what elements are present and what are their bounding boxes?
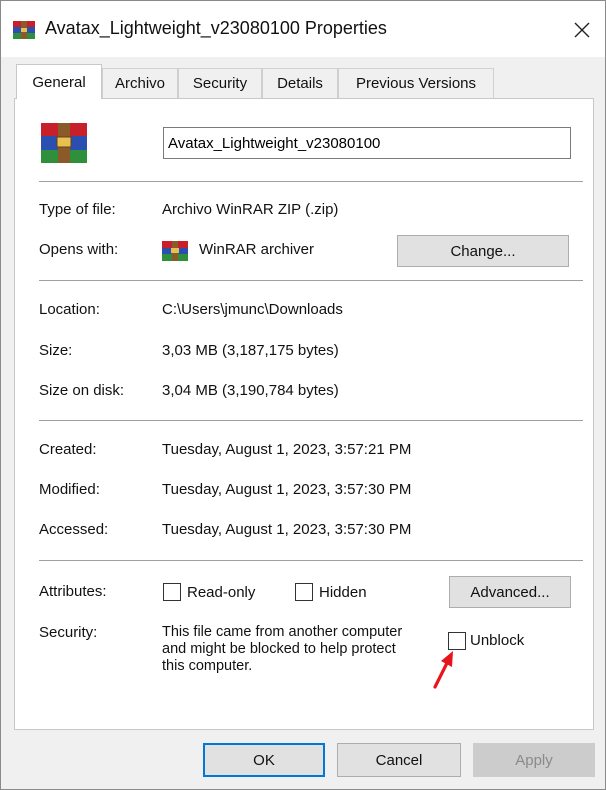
apply-button[interactable]: Apply <box>473 743 595 777</box>
ok-button[interactable]: OK <box>203 743 325 777</box>
tab-security[interactable]: Security <box>178 68 262 98</box>
size-label: Size: <box>39 342 73 359</box>
advanced-button[interactable]: Advanced... <box>449 576 571 608</box>
tab-label: Previous Versions <box>355 75 477 92</box>
apply-button-label: Apply <box>515 751 553 769</box>
change-button-label: Change... <box>450 242 516 260</box>
window-title: Avatax_Lightweight_v23080100 Properties <box>45 18 387 38</box>
unblock-label[interactable]: Unblock <box>470 632 524 649</box>
separator <box>39 420 583 421</box>
winrar-archive-icon <box>162 241 188 261</box>
tab-label: Archivo <box>114 75 166 92</box>
winrar-archive-icon <box>13 21 35 39</box>
tab-label: General <box>32 73 86 91</box>
security-message-line: this computer. <box>162 658 253 674</box>
created-value: Tuesday, August 1, 2023, 3:57:21 PM <box>162 441 412 458</box>
close-button[interactable] <box>565 13 599 47</box>
ok-button-label: OK <box>253 751 275 769</box>
opens-with-label: Opens with: <box>39 241 119 258</box>
size-value: 3,03 MB (3,187,175 bytes) <box>162 342 339 359</box>
cancel-button-label: Cancel <box>375 751 423 769</box>
separator <box>39 560 583 561</box>
general-panel: Type of file: Archivo WinRAR ZIP (.zip) … <box>14 98 594 730</box>
size-on-disk-label: Size on disk: <box>39 382 125 399</box>
unblock-checkbox[interactable] <box>448 632 466 650</box>
accessed-label: Accessed: <box>39 521 109 538</box>
modified-label: Modified: <box>39 481 100 498</box>
type-of-file-value: Archivo WinRAR ZIP (.zip) <box>162 201 339 218</box>
hidden-label[interactable]: Hidden <box>319 584 367 601</box>
change-button[interactable]: Change... <box>397 235 569 267</box>
modified-value: Tuesday, August 1, 2023, 3:57:30 PM <box>162 481 412 498</box>
size-on-disk-value: 3,04 MB (3,190,784 bytes) <box>162 382 339 399</box>
hidden-checkbox[interactable] <box>295 583 313 601</box>
close-icon <box>574 22 590 38</box>
read-only-checkbox[interactable] <box>163 583 181 601</box>
separator <box>39 280 583 281</box>
tab-previous-versions[interactable]: Previous Versions <box>338 68 494 98</box>
read-only-label[interactable]: Read-only <box>187 584 255 601</box>
location-label: Location: <box>39 301 100 318</box>
advanced-button-label: Advanced... <box>470 583 550 601</box>
security-message-line: and might be blocked to help protect <box>162 641 396 657</box>
cancel-button[interactable]: Cancel <box>337 743 461 777</box>
file-name-input[interactable] <box>163 127 571 159</box>
security-message: This file came from another computer and… <box>162 624 402 675</box>
separator <box>39 181 583 182</box>
type-of-file-label: Type of file: <box>39 201 116 218</box>
created-label: Created: <box>39 441 97 458</box>
tab-details[interactable]: Details <box>262 68 338 98</box>
tab-general[interactable]: General <box>16 64 102 99</box>
opens-with-value: WinRAR archiver <box>199 241 315 258</box>
tab-label: Security <box>192 75 248 92</box>
security-label: Security: <box>39 624 98 641</box>
attributes-label: Attributes: <box>39 583 107 600</box>
title-bar[interactable]: Avatax_Lightweight_v23080100 Properties <box>1 1 605 57</box>
properties-window: Avatax_Lightweight_v23080100 Properties … <box>0 0 606 790</box>
accessed-value: Tuesday, August 1, 2023, 3:57:30 PM <box>162 521 412 538</box>
tab-label: Details <box>277 75 323 92</box>
security-message-line: This file came from another computer <box>162 624 403 640</box>
tab-archivo[interactable]: Archivo <box>102 68 178 98</box>
annotation-arrow-icon <box>433 651 453 689</box>
location-value: C:\Users\jmunc\Downloads <box>162 301 343 318</box>
winrar-archive-icon <box>41 123 87 163</box>
